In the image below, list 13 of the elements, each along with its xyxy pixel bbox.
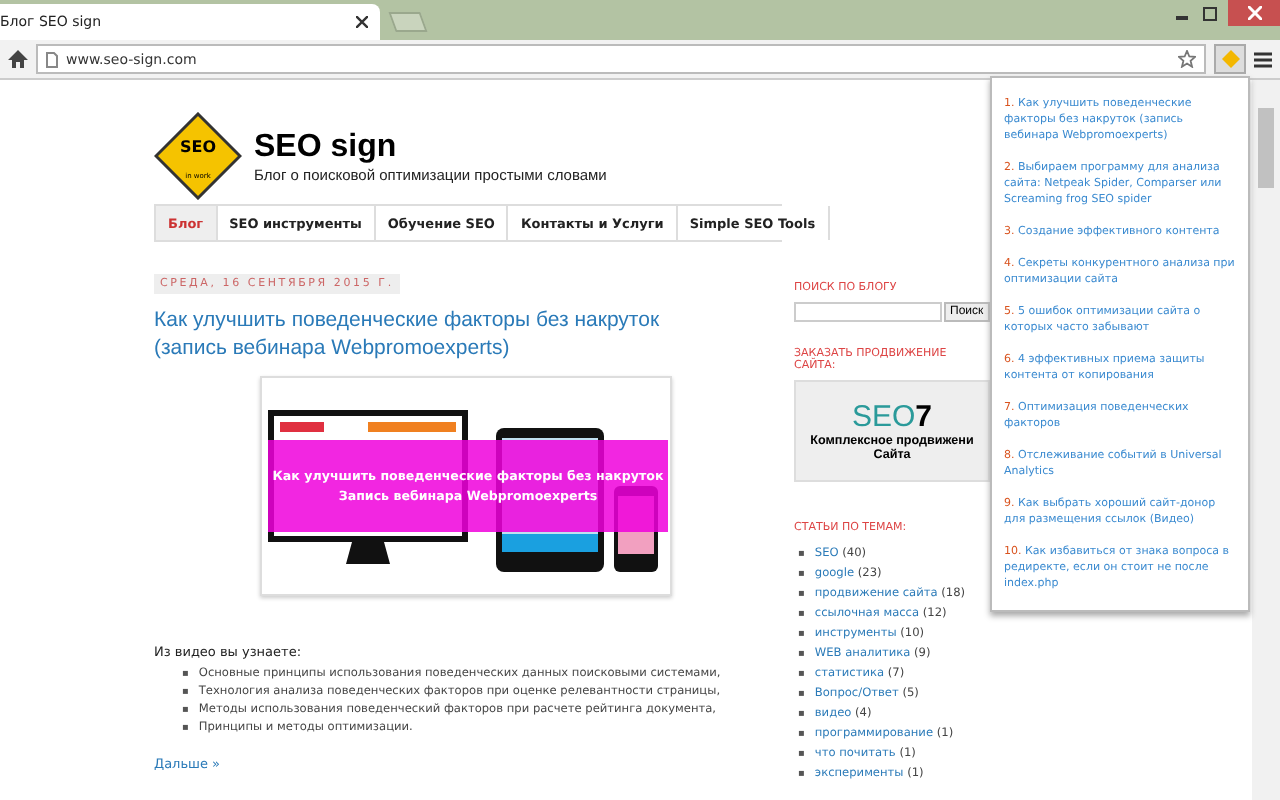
diamond-icon: [1221, 50, 1239, 68]
close-window-button[interactable]: [1228, 0, 1280, 26]
page-icon: [46, 51, 58, 67]
blog-title: SEO sign: [254, 129, 399, 165]
restore-icon[interactable]: [1200, 5, 1220, 21]
close-icon[interactable]: [356, 16, 368, 28]
post-title[interactable]: Как улучшить поведенческие факторы без накруток (запись вебинара Webpromoexperts): [154, 306, 714, 362]
search-field[interactable]: [794, 302, 942, 322]
star-icon[interactable]: [1178, 50, 1196, 68]
scrollbar[interactable]: [1252, 80, 1280, 800]
close-icon: [1247, 6, 1261, 20]
home-icon[interactable]: [8, 50, 28, 68]
menu-icon[interactable]: [1254, 51, 1272, 67]
